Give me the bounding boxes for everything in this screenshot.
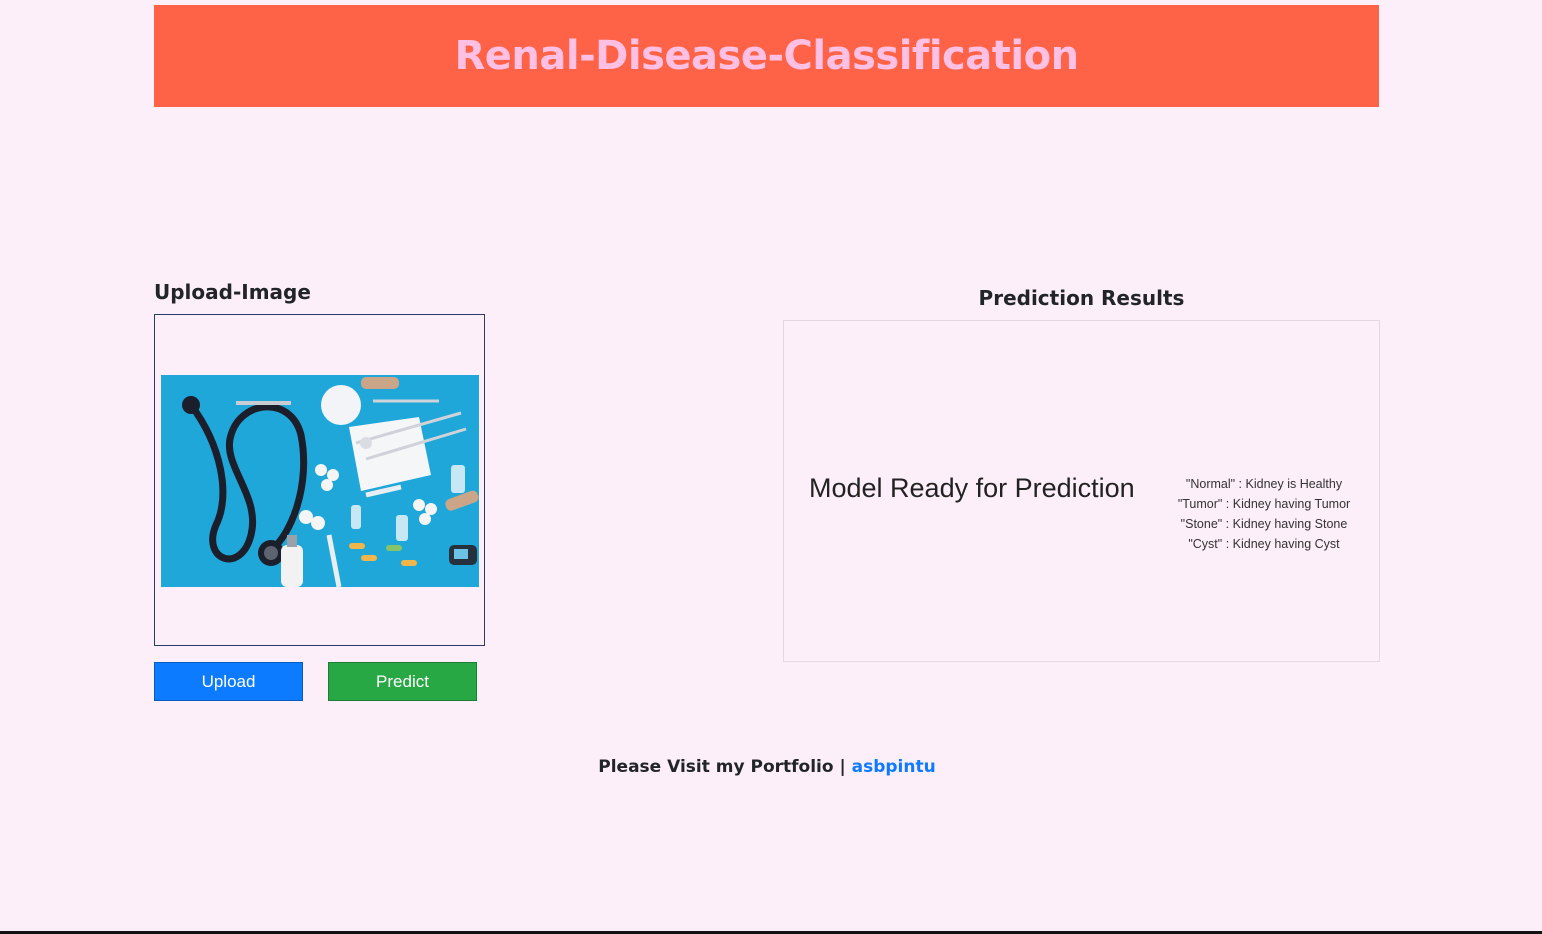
model-status-text: Model Ready for Prediction bbox=[809, 473, 1135, 503]
class-legend: "Normal" : Kidney is Healthy "Tumor" : K… bbox=[1164, 474, 1364, 554]
image-upload-area[interactable] bbox=[154, 314, 485, 646]
legend-item-tumor: "Tumor" : Kidney having Tumor bbox=[1177, 497, 1351, 511]
header-banner: Renal-Disease-Classification bbox=[154, 5, 1379, 107]
footer-text: Please Visit my Portfolio | bbox=[598, 757, 846, 777]
predict-button[interactable]: Predict bbox=[328, 662, 477, 701]
prediction-results-panel: Model Ready for Prediction "Normal" : Ki… bbox=[783, 320, 1380, 662]
prediction-results-heading: Prediction Results bbox=[978, 286, 1185, 310]
medical-supplies-illustration bbox=[161, 375, 479, 587]
upload-image-heading: Upload-Image bbox=[154, 280, 311, 304]
legend-item-cyst: "Cyst" : Kidney having Cyst bbox=[1188, 537, 1340, 551]
legend-item-normal: "Normal" : Kidney is Healthy bbox=[1185, 477, 1343, 491]
page-title: Renal-Disease-Classification bbox=[454, 33, 1079, 79]
portfolio-link[interactable]: asbpintu bbox=[852, 757, 936, 777]
upload-button[interactable]: Upload bbox=[154, 662, 303, 701]
preview-image bbox=[161, 375, 479, 587]
legend-item-stone: "Stone" : Kidney having Stone bbox=[1180, 517, 1348, 531]
footer: Please Visit my Portfolio | asbpintu bbox=[0, 757, 1534, 777]
